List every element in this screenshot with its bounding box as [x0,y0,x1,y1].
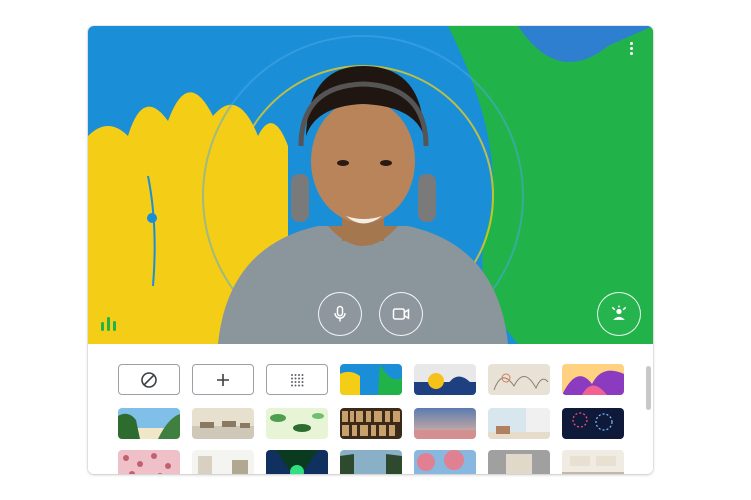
blur-background-option[interactable] [266,364,328,395]
background-tile-green-pattern[interactable] [266,408,328,439]
no-effect-icon [141,371,157,388]
video-feed [88,26,653,344]
more-options-button[interactable] [623,38,639,58]
background-tile-tropical-beach[interactable] [118,408,180,439]
audio-level-icon [101,317,116,331]
microphone-toggle-button[interactable] [318,292,362,336]
background-effects-button[interactable] [597,292,641,336]
background-tile-zebras[interactable] [192,408,254,439]
background-tile-forest[interactable] [340,450,402,474]
background-tile-cherry-blossom[interactable] [414,450,476,474]
background-tile-colorful-waves[interactable] [340,364,402,395]
camera-preview [88,26,653,344]
panel-scrollbar[interactable] [646,366,651,410]
background-tile-fireworks[interactable] [562,408,624,439]
person-background-icon [611,305,627,320]
upload-background-option[interactable] [192,364,254,395]
blur-icon [291,373,304,386]
background-tile-modern-room[interactable] [488,450,550,474]
background-selection-panel [88,344,653,474]
background-tile-interior-room[interactable] [488,408,550,439]
background-tile-white-room[interactable] [192,450,254,474]
background-effects-card [88,26,653,474]
microphone-icon [334,305,346,322]
background-tile-bookshelf[interactable] [340,408,402,439]
background-tile-purple-leaves[interactable] [562,364,624,395]
background-tile-green-lights[interactable] [266,450,328,474]
video-camera-icon [392,308,410,320]
background-tile-pink-flowers[interactable] [118,450,180,474]
no-effect-option[interactable] [118,364,180,395]
background-tile-bright-kitchen[interactable] [562,450,624,474]
background-tile-abstract-shapes[interactable] [414,364,476,395]
background-tile-line-art[interactable] [488,364,550,395]
plus-icon [217,373,229,386]
camera-toggle-button[interactable] [379,292,423,336]
background-tile-sunset-sky[interactable] [414,408,476,439]
